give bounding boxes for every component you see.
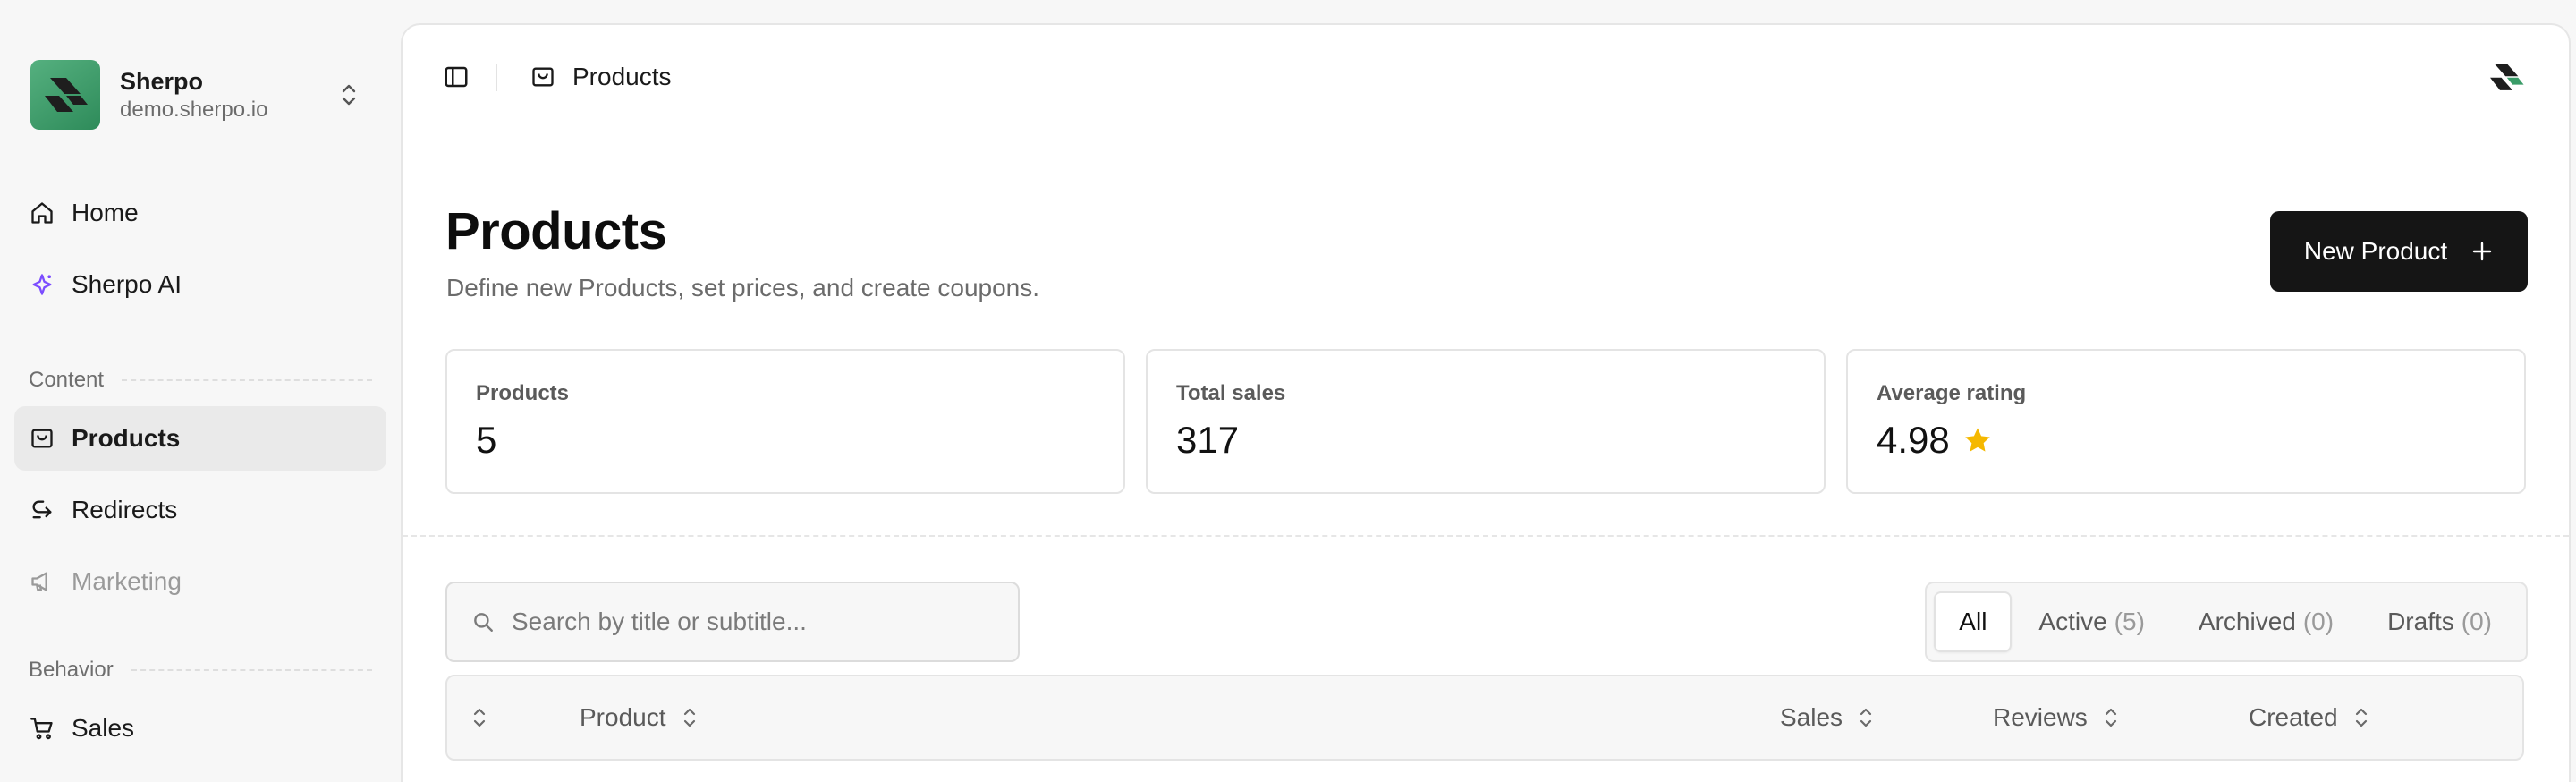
- sidebar-item-label: Products: [72, 424, 181, 452]
- chevron-up-down-icon[interactable]: [333, 79, 365, 111]
- sidebar-item-label: Home: [72, 199, 139, 226]
- sidebar-item-marketing[interactable]: Marketing: [14, 549, 386, 614]
- stat-label: Products: [476, 381, 570, 405]
- tab-active[interactable]: Active (5): [2012, 591, 2171, 652]
- plus-icon: [2470, 240, 2494, 263]
- status-filter-tabs: All Active (5) Archived (0) Drafts (0): [1925, 582, 2528, 662]
- sidebar: Sherpo demo.sherpo.io Home Sherpo AI Con…: [0, 0, 401, 782]
- stat-value: 4.98: [1877, 419, 1993, 462]
- sort-icon: [679, 704, 700, 731]
- new-product-label: New Product: [2303, 237, 2448, 265]
- new-product-button[interactable]: New Product: [2270, 211, 2528, 292]
- sidebar-item-sales[interactable]: Sales: [14, 696, 386, 761]
- sort-all-button[interactable]: [469, 676, 490, 759]
- product-icon: [29, 425, 55, 452]
- star-icon: [1965, 428, 1990, 452]
- sort-icon: [469, 704, 490, 731]
- tab-archived[interactable]: Archived (0): [2172, 591, 2360, 652]
- sidebar-item-label: Marketing: [72, 567, 182, 595]
- brand-logo-icon: [2485, 61, 2528, 93]
- sidebar-item-products[interactable]: Products: [14, 406, 386, 471]
- product-icon: [530, 64, 556, 90]
- sort-icon: [2100, 704, 2122, 731]
- search-icon: [470, 609, 496, 634]
- workspace-name: Sherpo: [120, 68, 204, 95]
- section-divider: [402, 535, 2569, 537]
- sparkle-icon: [29, 271, 55, 298]
- stat-card-average-rating: Average rating 4.98: [1846, 349, 2526, 494]
- search-input[interactable]: [512, 608, 995, 636]
- workspace-logo: [30, 60, 100, 130]
- sidebar-item-label: Sherpo AI: [72, 270, 182, 298]
- column-header-created[interactable]: Created: [2249, 676, 2372, 759]
- search-box[interactable]: [445, 582, 1020, 662]
- redirect-icon: [29, 497, 55, 523]
- tab-count: (0): [2461, 608, 2492, 635]
- topbar: Products: [402, 25, 2569, 143]
- sidebar-item-label: Redirects: [72, 496, 178, 523]
- breadcrumb[interactable]: Products: [530, 59, 672, 95]
- stat-label: Total sales: [1176, 381, 1286, 405]
- tab-count: (0): [2302, 608, 2334, 635]
- section-label-behavior: Behavior: [29, 657, 372, 684]
- tab-all[interactable]: All: [1934, 591, 2012, 652]
- sidebar-item-redirects[interactable]: Redirects: [14, 478, 386, 542]
- cart-icon: [29, 715, 55, 742]
- tab-count: (5): [2114, 608, 2145, 635]
- page-title: Products: [445, 202, 667, 260]
- workspace-domain: demo.sherpo.io: [120, 98, 268, 122]
- breadcrumb-label: Products: [572, 63, 672, 90]
- stat-value: 317: [1176, 419, 1240, 461]
- sidebar-item-sherpo-ai[interactable]: Sherpo AI: [14, 252, 386, 317]
- sort-icon: [2351, 704, 2372, 731]
- main-panel: Products Products Define new Products, s…: [401, 23, 2571, 782]
- stat-card-total-sales: Total sales 317: [1146, 349, 1826, 494]
- stat-label: Average rating: [1877, 381, 2027, 405]
- sidebar-item-label: Sales: [72, 714, 135, 742]
- topbar-divider: [496, 64, 497, 91]
- section-label-content: Content: [29, 367, 372, 394]
- megaphone-icon: [29, 568, 55, 595]
- sidebar-toggle-icon[interactable]: [440, 61, 472, 93]
- sidebar-item-home[interactable]: Home: [14, 181, 386, 245]
- home-icon: [29, 200, 55, 226]
- stat-value: 5: [476, 419, 497, 461]
- tab-drafts[interactable]: Drafts (0): [2360, 591, 2519, 652]
- table-header: Product Sales Reviews Created: [445, 675, 2524, 761]
- stat-card-products: Products 5: [445, 349, 1125, 494]
- column-header-reviews[interactable]: Reviews: [1993, 676, 2122, 759]
- column-header-sales[interactable]: Sales: [1780, 676, 1877, 759]
- workspace-switcher[interactable]: Sherpo demo.sherpo.io: [30, 59, 370, 131]
- sort-icon: [1855, 704, 1877, 731]
- page-subtitle: Define new Products, set prices, and cre…: [446, 274, 1040, 302]
- column-header-product[interactable]: Product: [580, 676, 700, 759]
